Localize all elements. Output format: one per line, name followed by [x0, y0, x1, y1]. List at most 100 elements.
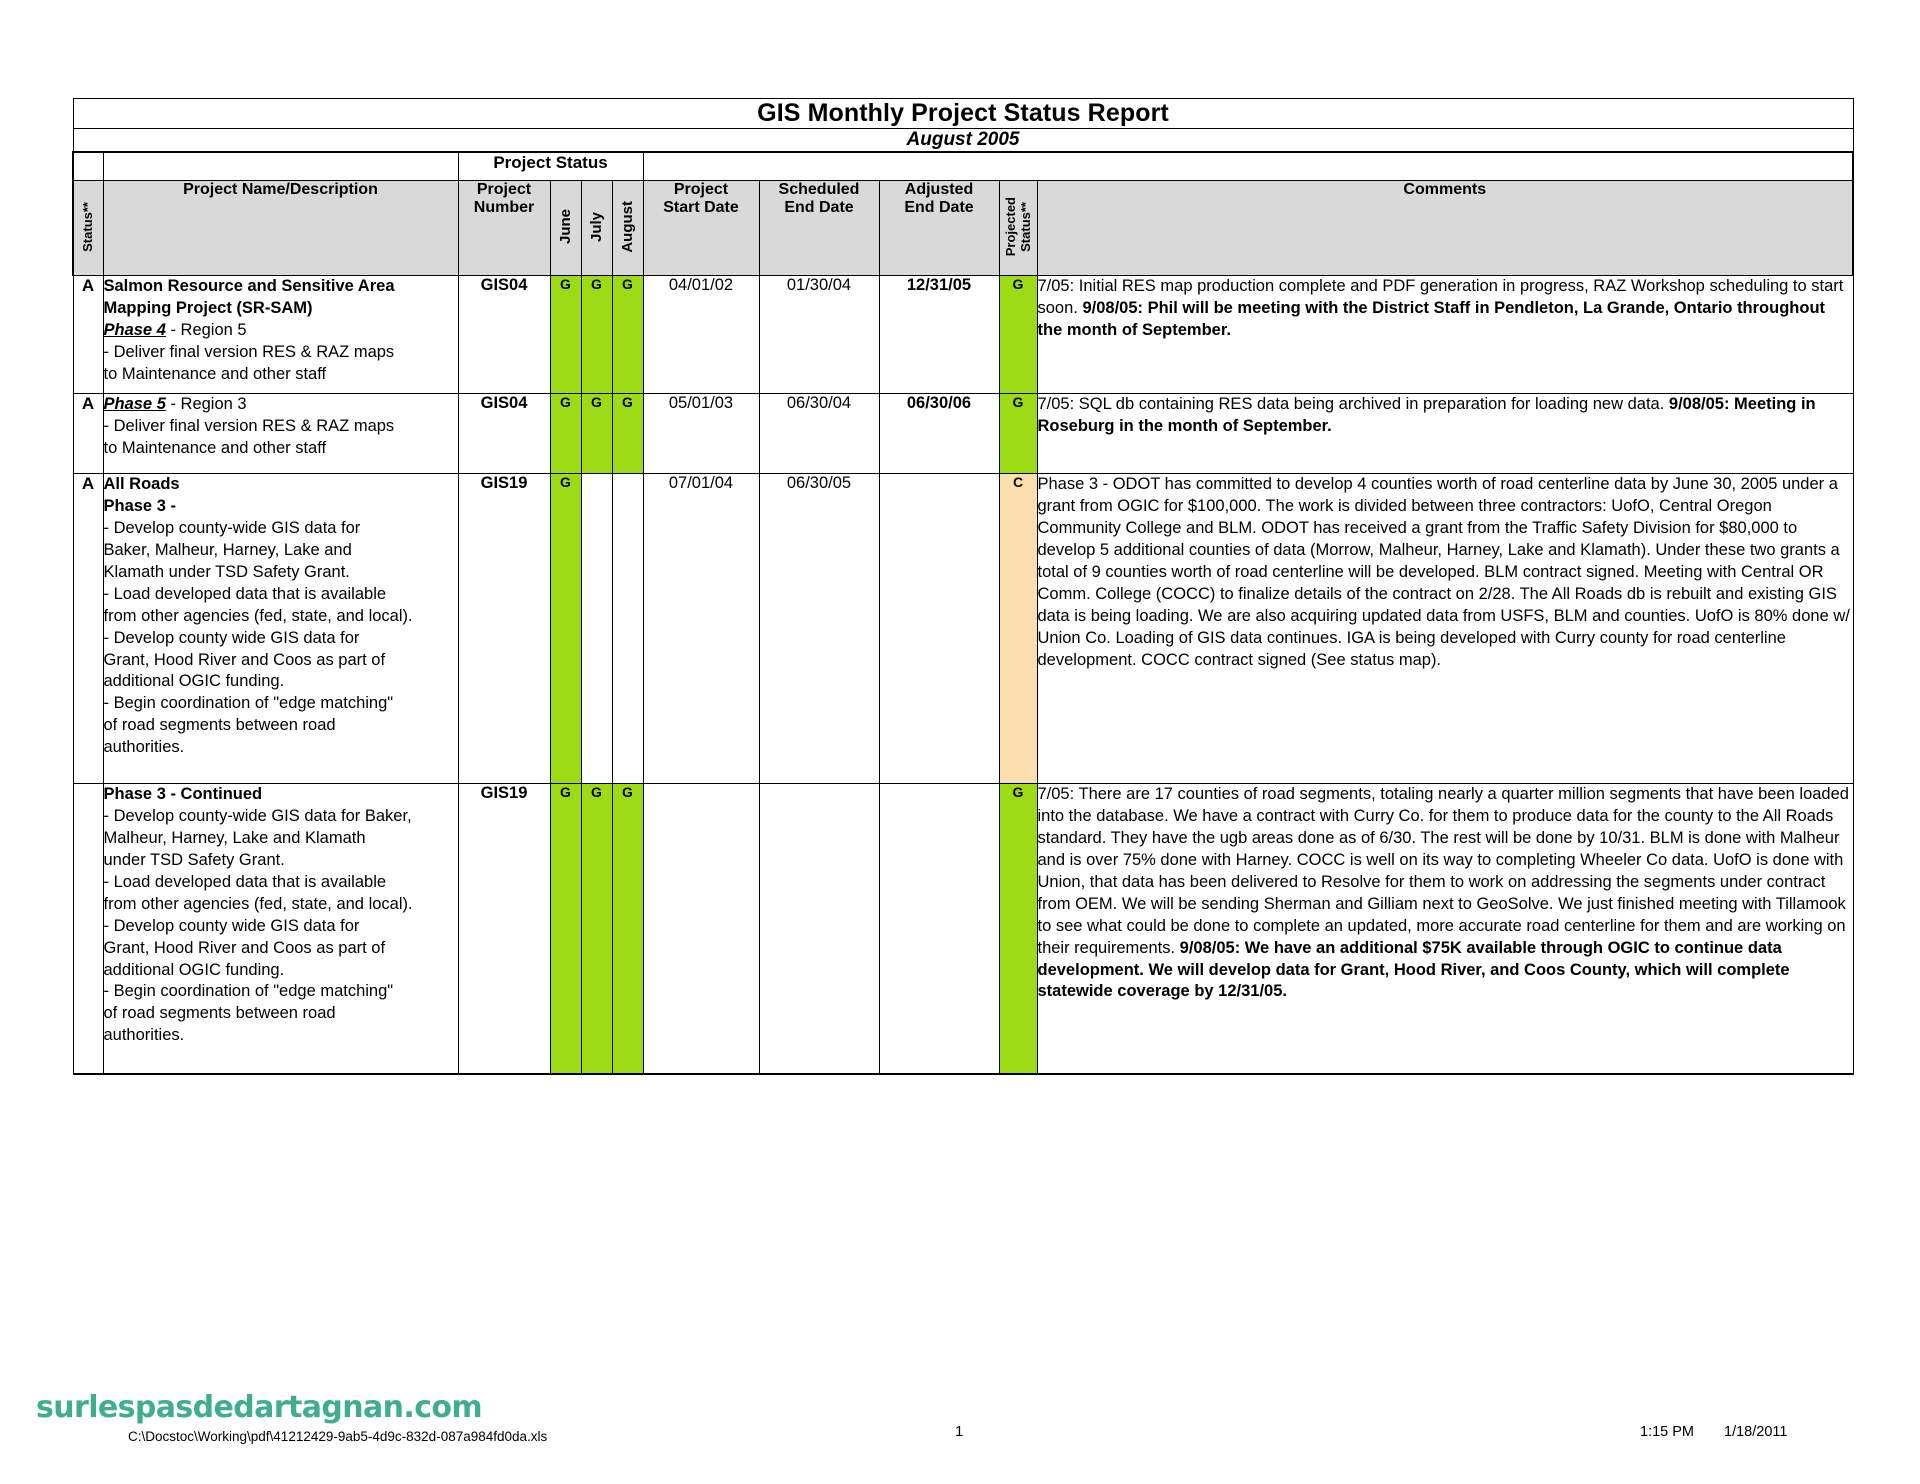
group-header-row: Project Status	[72, 151, 1855, 181]
phase-label: Phase 4	[103, 320, 166, 339]
col-header-june: June	[549, 180, 582, 276]
cell-project-number: GIS19	[457, 783, 551, 1075]
print-date: 1/18/2011	[1724, 1424, 1788, 1440]
col-header-august-label: August	[619, 201, 636, 253]
cell-status-august: G	[611, 275, 644, 394]
project-status-table: GIS Monthly Project Status Report August…	[72, 98, 1855, 1075]
col-header-sched-l2: End Date	[784, 199, 854, 217]
description-line: from other agencies (fed, state, and loc…	[103, 894, 413, 913]
description-line: to Maintenance and other staff	[103, 364, 327, 383]
description-line: - Begin coordination of "edge matching"	[103, 982, 394, 1001]
col-header-project-name: Project Name/Description	[102, 180, 459, 276]
col-header-status-label: Status**	[80, 202, 96, 252]
cell-project-description: All Roads Phase 3 - - Develop county-wide…	[102, 473, 459, 784]
file-path-label: C:\Docstoc\Working\pdf\41212429-9ab5-4d9…	[128, 1429, 548, 1444]
group-blank-right	[642, 151, 1855, 181]
description-line: Phase 4 - Region 5	[103, 320, 247, 339]
description-line: - Deliver final version RES & RAZ maps	[103, 342, 395, 361]
col-header-august: August	[611, 180, 644, 276]
comment-text: Phase 3 - ODOT has committed to develop …	[1037, 475, 1850, 669]
cell-comments: 7/05: There are 17 counties of road segm…	[1036, 783, 1854, 1075]
description-line: under TSD Safety Grant.	[103, 850, 285, 869]
cell-status	[72, 783, 104, 1075]
cell-scheduled-end-date: 06/30/04	[758, 393, 880, 474]
report-page: GIS Monthly Project Status Report August…	[0, 0, 1920, 1484]
group-blank-status	[72, 151, 104, 181]
col-header-adjusted-end-date: Adjusted End Date	[878, 180, 1000, 276]
col-header-project-number-l2: Number	[473, 199, 535, 217]
cell-adjusted-end-date	[878, 783, 1000, 1075]
report-subtitle-row: August 2005	[72, 128, 1854, 153]
col-header-project-start-date: Project Start Date	[642, 180, 760, 276]
description-line: of road segments between road	[103, 716, 336, 735]
col-header-start-l2: Start Date	[663, 199, 739, 217]
col-header-status: Status**	[72, 180, 104, 276]
column-header-row: Status** Project Name/Description Projec…	[72, 180, 1855, 276]
cell-comments: 7/05: Initial RES map production complet…	[1036, 275, 1854, 394]
group-blank-name	[102, 151, 459, 181]
page-number: 1	[955, 1423, 964, 1440]
description-line: All Roads	[103, 475, 180, 493]
description-line: authorities.	[103, 738, 185, 757]
cell-status-august: G	[611, 783, 644, 1075]
cell-project-description: Phase 5 - Region 3 - Deliver final versi…	[102, 393, 459, 474]
col-header-sched-l1: Scheduled	[778, 181, 860, 198]
description-line: Grant, Hood River and Coos as part of	[103, 938, 386, 957]
description-line: from other agencies (fed, state, and loc…	[103, 606, 413, 625]
cell-adjusted-end-date: 12/31/05	[878, 275, 1000, 394]
cell-status: A	[72, 473, 104, 784]
cell-status-june: G	[549, 275, 582, 394]
comment-text: 7/05: There are 17 counties of road segm…	[1037, 785, 1849, 957]
watermark: surlespasdedartagnan.com	[36, 1390, 483, 1425]
description-line: - Develop county wide GIS data for	[103, 628, 360, 647]
description-line: Salmon Resource and Sensitive Area	[103, 277, 395, 295]
col-header-project-number-l1: Project	[476, 181, 532, 198]
page-title: GIS Monthly Project Status Report	[72, 98, 1854, 129]
cell-project-number: GIS04	[457, 393, 551, 474]
cell-status-july: G	[580, 275, 613, 394]
description-line: Grant, Hood River and Coos as part of	[103, 650, 386, 669]
cell-adjusted-end-date: 06/30/06	[878, 393, 1000, 474]
col-header-project-number: Project Number	[457, 180, 551, 276]
col-header-june-label: June	[557, 209, 574, 245]
cell-status-june: G	[549, 783, 582, 1075]
cell-scheduled-end-date	[758, 783, 880, 1075]
description-line: authorities.	[103, 1026, 185, 1045]
col-header-comments: Comments	[1036, 180, 1855, 276]
col-header-july-label: July	[588, 211, 605, 242]
col-header-july: July	[580, 180, 613, 276]
cell-status-june: G	[549, 473, 582, 784]
cell-scheduled-end-date: 01/30/04	[758, 275, 880, 394]
cell-project-start-date: 07/01/04	[642, 473, 760, 784]
cell-scheduled-end-date: 06/30/05	[758, 473, 880, 784]
cell-project-start-date: 04/01/02	[642, 275, 760, 394]
cell-status-august	[611, 473, 644, 784]
table-body: A Salmon Resource and Sensitive Area Mappi…	[72, 275, 1854, 1075]
cell-comments: 7/05: SQL db containing RES data being a…	[1036, 393, 1854, 474]
description-line: additional OGIC funding.	[103, 960, 285, 979]
col-header-proj-l1: Projected	[1002, 197, 1018, 257]
cell-projected-status: G	[998, 275, 1038, 394]
report-period: August 2005	[72, 128, 1854, 153]
col-header-proj-l2: Status**	[1017, 202, 1033, 252]
comment-text: 7/05: SQL db containing RES data being a…	[1037, 395, 1669, 413]
table-row: Phase 3 - Continued - Develop county-wide…	[72, 783, 1854, 1075]
cell-projected-status: G	[998, 783, 1038, 1075]
cell-project-description: Salmon Resource and Sensitive Area Mappin…	[102, 275, 459, 394]
col-header-adj-l2: End Date	[904, 199, 974, 217]
description-line: - Develop county wide GIS data for	[103, 916, 360, 935]
description-line: to Maintenance and other staff	[103, 438, 327, 457]
description-line: of road segments between road	[103, 1004, 336, 1023]
cell-status-june: G	[549, 393, 582, 474]
col-header-adj-l1: Adjusted	[904, 181, 974, 198]
description-line: - Develop county-wide GIS data for Baker…	[103, 806, 412, 825]
description-line: additional OGIC funding.	[103, 672, 285, 691]
group-header-project-status: Project Status	[457, 151, 644, 181]
description-line: - Develop county-wide GIS data for	[103, 518, 361, 537]
cell-status-july: G	[580, 393, 613, 474]
description-line: Klamath under TSD Safety Grant.	[103, 562, 350, 581]
description-line: Baker, Malheur, Harney, Lake and	[103, 540, 352, 559]
description-line: - Load developed data that is available	[103, 872, 387, 891]
report-table-container: GIS Monthly Project Status Report August…	[72, 98, 1855, 1075]
cell-projected-status: G	[998, 393, 1038, 474]
